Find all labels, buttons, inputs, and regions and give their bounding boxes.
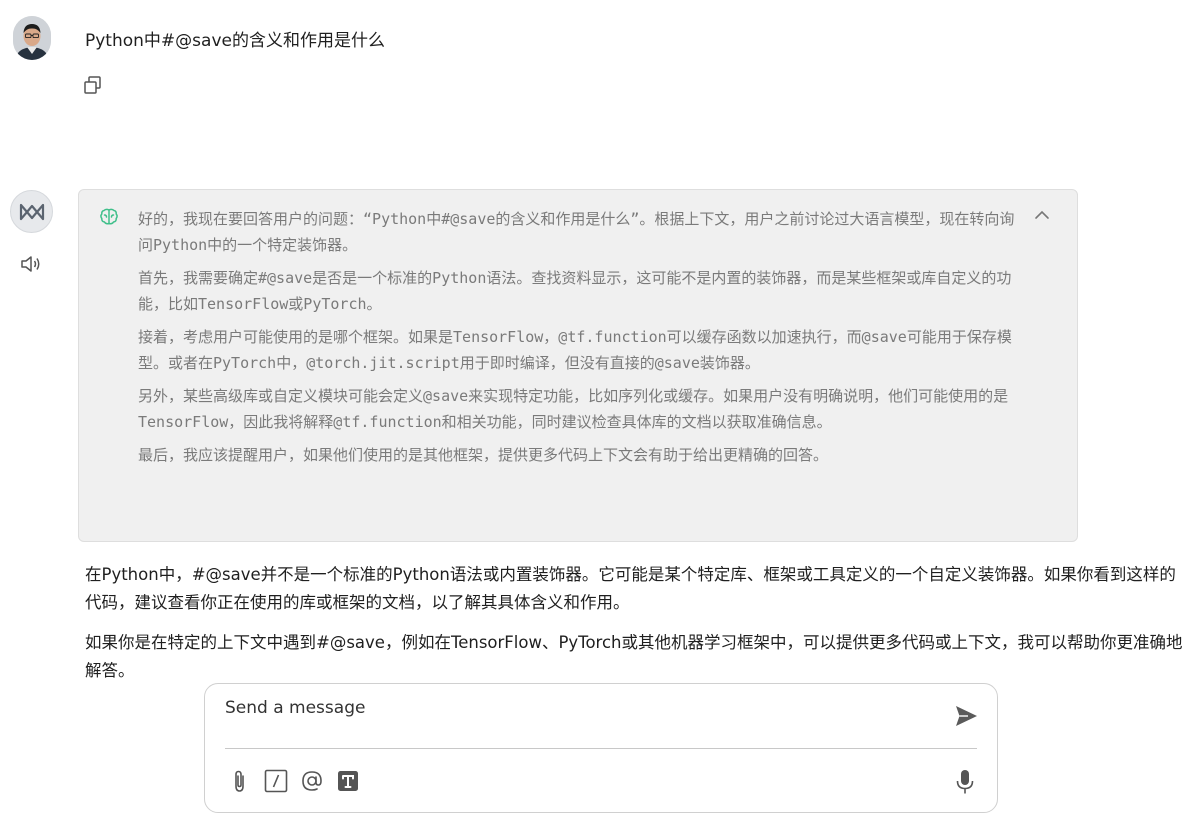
at-mention-icon[interactable] bbox=[299, 768, 325, 794]
thinking-paragraph: 首先，我需要确定#@save是否是一个标准的Python语法。查找资料显示，这可… bbox=[138, 269, 1012, 313]
thinking-paragraph: 好的，我现在要回答用户的问题：“Python中#@save的含义和作用是什么”。… bbox=[138, 210, 1015, 254]
brain-icon bbox=[99, 207, 119, 227]
thinking-panel: 好的，我现在要回答用户的问题：“Python中#@save的含义和作用是什么”。… bbox=[78, 189, 1078, 542]
copy-icon[interactable] bbox=[82, 74, 104, 96]
chevron-up-icon[interactable] bbox=[1031, 204, 1053, 226]
thinking-text: 好的，我现在要回答用户的问题：“Python中#@save的含义和作用是什么”。… bbox=[138, 207, 1018, 477]
assistant-avatar bbox=[10, 190, 53, 233]
microphone-icon[interactable] bbox=[952, 768, 978, 796]
user-avatar bbox=[13, 16, 51, 60]
paperclip-icon[interactable] bbox=[227, 768, 253, 794]
thinking-paragraph: 另外，某些高级库或自定义模块可能会定义@save来实现特定功能，比如序列化或缓存… bbox=[138, 387, 1009, 431]
answer-paragraph: 在Python中，#@save并不是一个标准的Python语法或内置装饰器。它可… bbox=[85, 565, 1176, 612]
text-format-icon[interactable] bbox=[335, 768, 361, 794]
user-message-text: Python中#@save的含义和作用是什么 bbox=[85, 31, 385, 51]
thinking-paragraph: 最后，我应该提醒用户，如果他们使用的是其他框架，提供更多代码上下文会有助于给出更… bbox=[138, 446, 829, 464]
answer-paragraph: 如果你是在特定的上下文中遇到#@save，例如在TensorFlow、PyTor… bbox=[85, 633, 1183, 680]
thinking-paragraph: 接着，考虑用户可能使用的是哪个框架。如果是TensorFlow，@tf.func… bbox=[138, 328, 1012, 372]
speaker-icon[interactable] bbox=[19, 252, 45, 276]
send-icon[interactable] bbox=[952, 702, 980, 730]
assistant-answer: 在Python中，#@save并不是一个标准的Python语法或内置装饰器。它可… bbox=[85, 561, 1185, 697]
message-input[interactable] bbox=[225, 698, 925, 718]
slash-command-icon[interactable] bbox=[263, 768, 289, 794]
message-composer bbox=[204, 683, 998, 813]
composer-divider bbox=[225, 748, 977, 749]
